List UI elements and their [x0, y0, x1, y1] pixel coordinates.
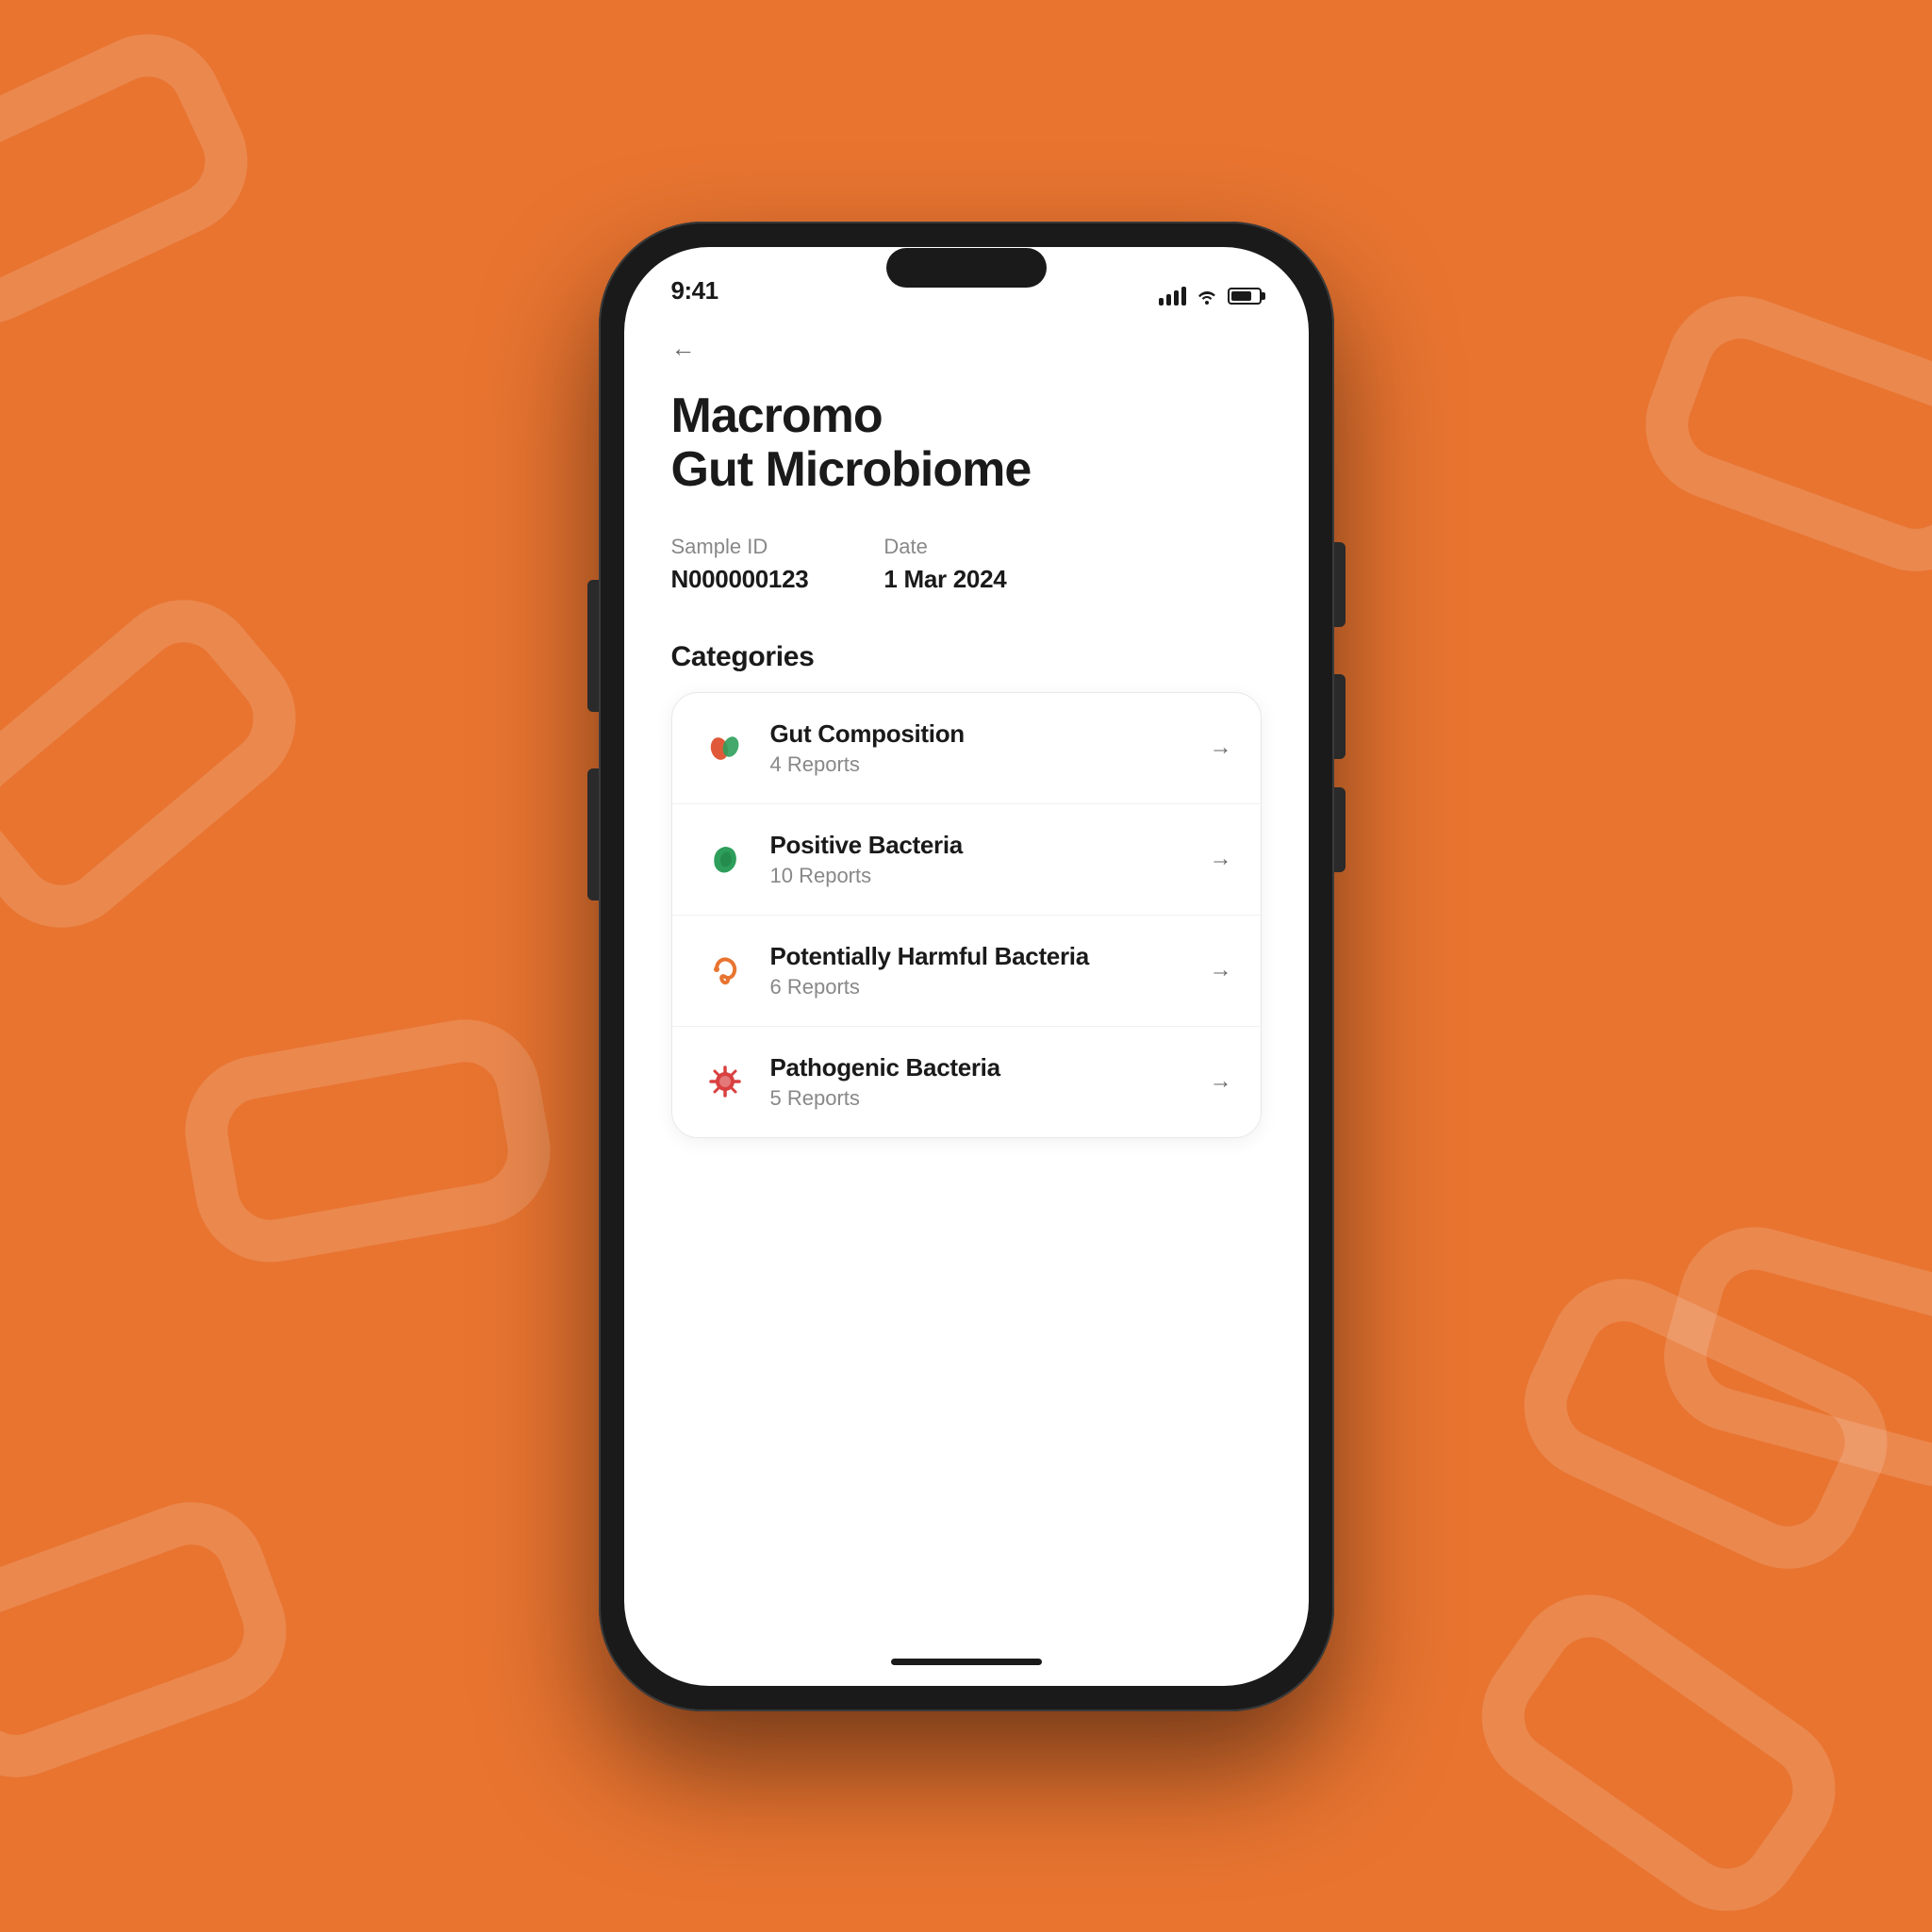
pathogenic-bacteria-reports: 5 Reports [770, 1086, 1210, 1111]
wifi-icon [1196, 288, 1218, 305]
gut-composition-arrow-icon: → [1210, 735, 1232, 761]
category-item-harmful-bacteria[interactable]: Potentially Harmful Bacteria 6 Reports → [672, 916, 1261, 1027]
positive-bacteria-icon [701, 834, 750, 883]
harmful-bacteria-info: Potentially Harmful Bacteria 6 Reports [770, 942, 1210, 999]
gut-composition-info: Gut Composition 4 Reports [770, 719, 1210, 777]
category-item-positive-bacteria[interactable]: Positive Bacteria 10 Reports → [672, 804, 1261, 916]
category-item-pathogenic-bacteria[interactable]: Pathogenic Bacteria 5 Reports → [672, 1027, 1261, 1137]
date-label: Date [883, 535, 1006, 559]
positive-bacteria-arrow-icon: → [1210, 846, 1232, 872]
harmful-bacteria-reports: 6 Reports [770, 975, 1210, 999]
pathogenic-bacteria-name: Pathogenic Bacteria [770, 1053, 1210, 1082]
gut-composition-reports: 4 Reports [770, 752, 1210, 777]
back-arrow-icon: ← [671, 334, 696, 363]
dynamic-island [886, 248, 1047, 288]
category-item-gut-composition[interactable]: Gut Composition 4 Reports → [672, 693, 1261, 804]
sample-id-label: Sample ID [671, 535, 809, 559]
signal-icon [1159, 287, 1186, 305]
pathogenic-bacteria-info: Pathogenic Bacteria 5 Reports [770, 1053, 1210, 1111]
home-indicator [624, 1639, 1309, 1686]
date-value: 1 Mar 2024 [883, 565, 1006, 594]
status-time: 9:41 [671, 276, 718, 305]
home-bar [891, 1659, 1042, 1665]
app-subtitle: Gut Microbiome [671, 442, 1032, 497]
harmful-bacteria-name: Potentially Harmful Bacteria [770, 942, 1210, 971]
meta-info: Sample ID N000000123 Date 1 Mar 2024 [671, 535, 1262, 594]
sample-id-container: Sample ID N000000123 [671, 535, 809, 594]
categories-section-title: Categories [671, 641, 1262, 673]
positive-bacteria-info: Positive Bacteria 10 Reports [770, 831, 1210, 888]
phone-device: 9:41 [599, 222, 1334, 1711]
pathogenic-bacteria-arrow-icon: → [1210, 1068, 1232, 1095]
positive-bacteria-name: Positive Bacteria [770, 831, 1210, 860]
gut-composition-name: Gut Composition [770, 719, 1210, 749]
harmful-bacteria-icon [701, 946, 750, 995]
pathogenic-bacteria-icon [701, 1057, 750, 1106]
categories-card: Gut Composition 4 Reports → [671, 692, 1262, 1138]
date-container: Date 1 Mar 2024 [883, 535, 1006, 594]
sample-id-value: N000000123 [671, 565, 809, 594]
back-button[interactable]: ← [671, 334, 696, 363]
positive-bacteria-reports: 10 Reports [770, 864, 1210, 888]
page-title: Macromo Gut Microbiome [671, 389, 1262, 497]
page-content: ← Macromo Gut Microbiome Sample ID N0000… [624, 315, 1309, 1639]
phone-screen: 9:41 [624, 247, 1309, 1686]
gut-composition-icon [701, 723, 750, 772]
battery-icon [1228, 288, 1262, 305]
app-name: Macromo [671, 388, 883, 443]
harmful-bacteria-arrow-icon: → [1210, 957, 1232, 983]
status-icons [1159, 287, 1262, 305]
